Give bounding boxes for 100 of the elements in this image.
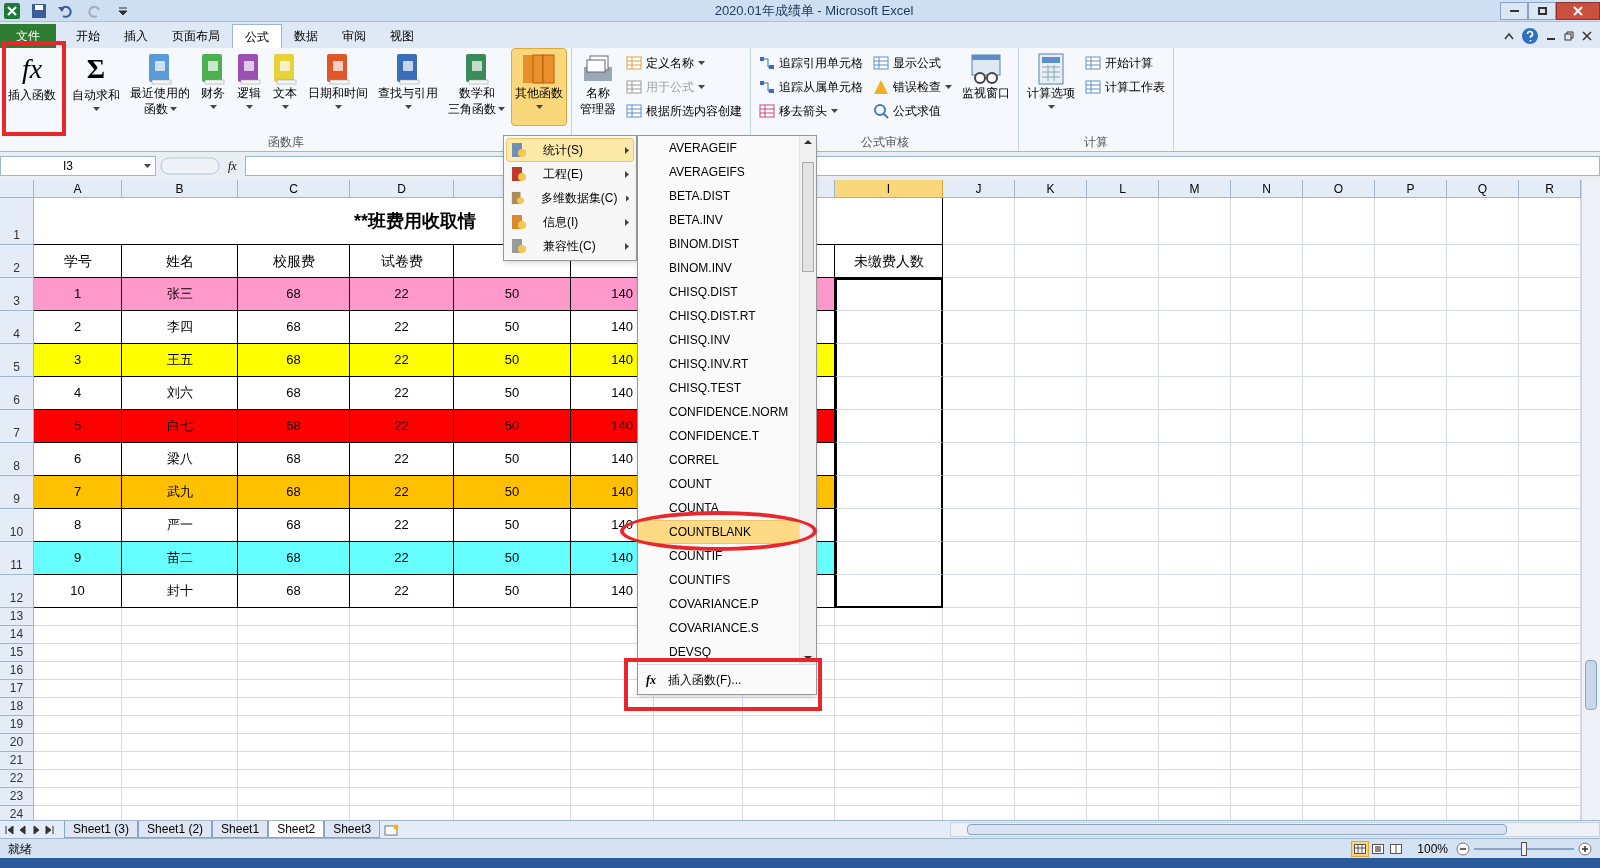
row-header[interactable]: 9 xyxy=(0,476,34,509)
ribbon-button[interactable]: 最近使用的 函数 xyxy=(126,48,194,126)
selected-cell[interactable] xyxy=(835,377,943,410)
row-header[interactable]: 3 xyxy=(0,278,34,311)
ribbon-button[interactable]: 监视窗口 xyxy=(958,48,1014,126)
row-header[interactable]: 19 xyxy=(0,716,34,734)
ribbon-button[interactable]: 移去箭头 xyxy=(755,100,867,121)
column-header[interactable]: K xyxy=(1015,180,1087,198)
row-header[interactable]: 1 xyxy=(0,198,34,245)
function-item[interactable]: BINOM.INV xyxy=(638,256,800,280)
ribbon-button[interactable]: 名称 管理器 xyxy=(576,48,620,126)
column-header[interactable]: M xyxy=(1159,180,1231,198)
customize-icon[interactable] xyxy=(118,5,128,16)
ribbon-tab[interactable]: 审阅 xyxy=(330,24,378,48)
selected-cell[interactable] xyxy=(835,278,943,311)
ribbon-button[interactable]: 追踪从属单元格 xyxy=(755,76,867,97)
ribbon-tab[interactable]: 插入 xyxy=(112,24,160,48)
horizontal-scrollbar[interactable] xyxy=(950,822,1600,837)
ribbon-button[interactable]: 开始计算 xyxy=(1081,52,1169,73)
row-header[interactable]: 15 xyxy=(0,644,34,662)
sheet-tab[interactable]: Sheet3 xyxy=(324,821,381,838)
function-item[interactable]: BETA.INV xyxy=(638,208,800,232)
selected-cell[interactable] xyxy=(835,575,943,608)
ribbon-button[interactable]: 计算工作表 xyxy=(1081,76,1169,97)
ribbon-button[interactable]: 查找与引用 xyxy=(374,48,442,126)
close-button[interactable] xyxy=(1556,1,1600,20)
insert-function-menu-item[interactable]: fx 插入函数(F)... xyxy=(638,664,816,694)
column-header[interactable]: J xyxy=(943,180,1015,198)
function-item[interactable]: DEVSQ xyxy=(638,640,800,664)
selected-cell[interactable] xyxy=(835,443,943,476)
minimize-button[interactable] xyxy=(1500,1,1528,20)
menu-item[interactable]: 信息(I) xyxy=(506,210,634,234)
ribbon-button[interactable]: 错误检查 xyxy=(869,76,956,97)
ribbon-tab[interactable]: 公式 xyxy=(232,24,282,48)
menu-item[interactable]: 统计(S) xyxy=(506,138,634,162)
scroll-thumb[interactable] xyxy=(802,162,815,272)
ribbon-tab[interactable]: 数据 xyxy=(282,24,330,48)
vertical-scrollbar[interactable] xyxy=(1581,180,1600,820)
row-header[interactable]: 20 xyxy=(0,734,34,752)
ribbon-button[interactable]: 日期和时间 xyxy=(304,48,372,126)
column-header[interactable]: A xyxy=(34,180,122,198)
sheet-tab[interactable]: Sheet1 (2) xyxy=(138,821,213,838)
save-icon[interactable] xyxy=(32,3,46,18)
row-header[interactable]: 23 xyxy=(0,788,34,806)
selected-cell[interactable] xyxy=(835,344,943,377)
selected-cell[interactable] xyxy=(835,542,943,575)
ribbon-button[interactable]: 数学和 三角函数 xyxy=(444,48,509,126)
row-header[interactable]: 17 xyxy=(0,680,34,698)
column-header[interactable]: P xyxy=(1375,180,1447,198)
excel-logo-icon[interactable] xyxy=(4,2,20,19)
column-header[interactable]: R xyxy=(1519,180,1581,198)
function-item[interactable]: AVERAGEIF xyxy=(638,136,800,160)
row-header[interactable]: 13 xyxy=(0,608,34,626)
row-header[interactable]: 10 xyxy=(0,509,34,542)
row-header[interactable]: 14 xyxy=(0,626,34,644)
ribbon-button[interactable]: 财务 xyxy=(196,48,230,126)
ribbon-button[interactable]: 根据所选内容创建 xyxy=(622,100,746,121)
row-header[interactable]: 21 xyxy=(0,752,34,770)
zoom-slider-thumb[interactable] xyxy=(1521,841,1527,856)
column-header[interactable]: L xyxy=(1087,180,1159,198)
row-header[interactable]: 8 xyxy=(0,443,34,476)
name-box[interactable]: I3 xyxy=(0,156,156,176)
column-header[interactable]: O xyxy=(1303,180,1375,198)
ribbon-button[interactable]: Σ 自动求和 xyxy=(68,48,124,126)
ribbon-button[interactable]: fx 插入函数 xyxy=(4,48,60,126)
column-header[interactable]: B xyxy=(122,180,238,198)
zoom-out-icon[interactable] xyxy=(1456,841,1470,856)
collapse-ribbon-icon[interactable] xyxy=(1504,32,1514,40)
zoom-in-icon[interactable] xyxy=(1578,841,1592,856)
selected-cell[interactable] xyxy=(835,476,943,509)
column-header[interactable]: N xyxy=(1231,180,1303,198)
insert-function-button[interactable]: fx xyxy=(224,158,241,174)
ribbon-button[interactable]: 公式求值 xyxy=(869,100,956,121)
selected-cell[interactable] xyxy=(835,410,943,443)
close-icon[interactable] xyxy=(1582,31,1592,41)
function-item[interactable]: COVARIANCE.S xyxy=(638,616,800,640)
row-header[interactable]: 16 xyxy=(0,662,34,680)
row-header[interactable]: 18 xyxy=(0,698,34,716)
row-header[interactable]: 4 xyxy=(0,311,34,344)
sheet-tab[interactable]: Sheet2 xyxy=(268,821,325,838)
row-header[interactable]: 24 xyxy=(0,806,34,820)
function-item[interactable]: AVERAGEIFS xyxy=(638,160,800,184)
row-header[interactable]: 7 xyxy=(0,410,34,443)
menu-item[interactable]: 兼容性(C) xyxy=(506,234,634,258)
undo-icon[interactable] xyxy=(58,3,72,18)
ribbon-button[interactable]: 文本 xyxy=(268,48,302,126)
column-header[interactable]: D xyxy=(350,180,454,198)
column-header[interactable]: I xyxy=(835,180,943,198)
row-header[interactable]: 2 xyxy=(0,245,34,278)
row-header[interactable]: 22 xyxy=(0,770,34,788)
column-header[interactable]: Q xyxy=(1447,180,1519,198)
function-item[interactable]: COUNTBLANK xyxy=(638,520,800,544)
row-header[interactable]: 12 xyxy=(0,575,34,608)
menu-scrollbar[interactable] xyxy=(800,136,816,664)
ribbon-tab[interactable]: 开始 xyxy=(64,24,112,48)
menu-item[interactable]: 工程(E) xyxy=(506,162,634,186)
help-icon[interactable] xyxy=(1522,28,1538,44)
ribbon-tab[interactable]: 视图 xyxy=(378,24,426,48)
ribbon-button[interactable]: 其他函数 xyxy=(511,48,567,126)
zoom-level[interactable]: 100% xyxy=(1417,840,1448,857)
